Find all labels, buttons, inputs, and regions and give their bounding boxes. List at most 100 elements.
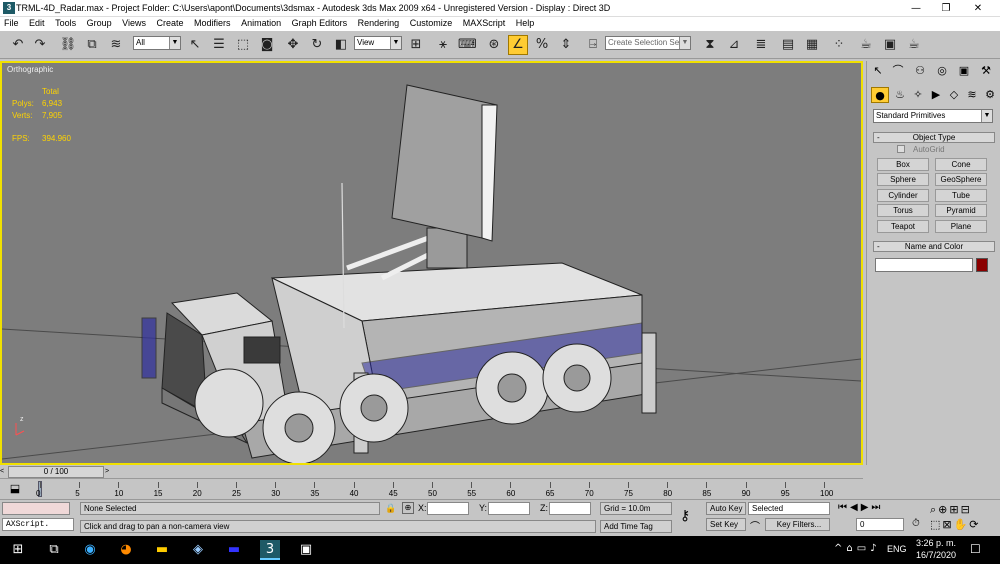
bind-space-warp-icon[interactable]: ≋	[106, 35, 126, 55]
cone-button[interactable]: Cone	[935, 158, 987, 171]
utilities-tab-icon[interactable]: ⚒	[977, 63, 995, 79]
menu-views[interactable]: Views	[118, 17, 150, 28]
unlink-icon[interactable]: ⧉	[82, 35, 102, 55]
time-slider[interactable]: < 0 / 100 >	[0, 465, 863, 479]
media-app-icon[interactable]: ▬	[224, 540, 244, 560]
category-dropdown[interactable]: Standard Primitives ▼	[873, 109, 993, 123]
add-time-tag-button[interactable]: Add Time Tag	[600, 520, 672, 533]
select-and-rotate-icon[interactable]: ↻	[307, 35, 327, 55]
helpers-icon[interactable]: ◇	[945, 87, 963, 103]
current-frame-input[interactable]: 0	[856, 518, 904, 531]
pivot-center-icon[interactable]: ⊞	[406, 35, 426, 55]
key-mode-dropdown[interactable]: Selected	[748, 502, 830, 515]
reference-coord-dropdown[interactable]: View ▼	[354, 36, 402, 50]
key-filters-button[interactable]: Key Filters...	[765, 518, 830, 531]
systems-icon[interactable]: ⚙	[981, 87, 999, 103]
firefox-icon[interactable]: ◕	[116, 540, 136, 560]
prev-frame-icon[interactable]: <	[0, 465, 7, 478]
shapes-icon[interactable]: ♨	[891, 87, 909, 103]
menu-group[interactable]: Group	[83, 17, 116, 28]
select-and-scale-icon[interactable]: ◧	[331, 35, 351, 55]
torus-button[interactable]: Torus	[877, 204, 929, 217]
lock-icon[interactable]: 🔒	[385, 503, 396, 514]
material-editor-icon[interactable]: ⁘	[829, 35, 849, 55]
maximize-button[interactable]: ❐	[932, 1, 960, 16]
rendered-frame-icon[interactable]: ▣	[880, 35, 900, 55]
motion-tab-icon[interactable]: ◎	[933, 63, 951, 79]
menu-customize[interactable]: Customize	[406, 17, 457, 28]
maxscript-listener-top[interactable]	[2, 502, 70, 515]
file-explorer-icon[interactable]: ▬	[152, 540, 172, 560]
named-selection-input[interactable]: Create Selection Set ▼	[605, 36, 691, 50]
keyboard-shortcut-icon[interactable]: ⌨	[457, 35, 477, 55]
pyramid-button[interactable]: Pyramid	[935, 204, 987, 217]
percent-snap-icon[interactable]: %	[532, 35, 552, 55]
sphere-button[interactable]: Sphere	[877, 173, 929, 186]
mirror-icon[interactable]: ⧗	[700, 35, 720, 55]
select-by-name-icon[interactable]: ☰	[209, 35, 229, 55]
menu-maxscript[interactable]: MAXScript	[459, 17, 510, 28]
task-view-icon[interactable]: ⧉	[44, 540, 64, 560]
selection-filter-dropdown[interactable]: All ▼	[133, 36, 181, 50]
space-warps-icon[interactable]: ≋	[963, 87, 981, 103]
app-icon[interactable]: 3	[3, 2, 15, 14]
object-type-rollout[interactable]: - Object Type	[873, 132, 995, 143]
geosphere-button[interactable]: GeoSphere	[935, 173, 987, 186]
menu-graph-editors[interactable]: Graph Editors	[288, 17, 352, 28]
menu-create[interactable]: Create	[153, 17, 188, 28]
menu-help[interactable]: Help	[512, 17, 539, 28]
notification-icon[interactable]: ☐	[970, 542, 981, 556]
key-icon[interactable]: ⚷	[680, 508, 690, 524]
maxscript-mini-listener[interactable]: AXScript.	[2, 518, 74, 531]
window-crossing-icon[interactable]: ◙	[257, 35, 277, 55]
viewport-navigation-controls[interactable]: ⌕⊕⊞⊟ ⬚⊠✋⟳	[930, 502, 998, 534]
undo-icon[interactable]: ↶	[8, 35, 28, 55]
set-key-button[interactable]: Set Key	[706, 518, 746, 531]
menu-edit[interactable]: Edit	[25, 17, 49, 28]
x-coordinate-input[interactable]	[427, 502, 469, 515]
mini-curve-editor-icon[interactable]: ⬓	[6, 482, 24, 496]
select-object-icon[interactable]: ↖	[185, 35, 205, 55]
menu-tools[interactable]: Tools	[51, 17, 80, 28]
layer-manager-icon[interactable]: ≣	[751, 35, 771, 55]
spinner-snap-icon[interactable]: ⇕	[556, 35, 576, 55]
tray-icons[interactable]: ^⌂▭♪	[834, 543, 881, 554]
playback-controls[interactable]: ⏮◀▶⏭	[838, 502, 914, 516]
close-button[interactable]: ✕	[964, 1, 992, 16]
render-setup-icon[interactable]: ☕	[856, 35, 876, 55]
next-frame-icon[interactable]: >	[105, 465, 112, 478]
menu-modifiers[interactable]: Modifiers	[190, 17, 235, 28]
angle-snap-icon[interactable]: ∠	[508, 35, 528, 55]
minimize-button[interactable]: —	[902, 1, 930, 16]
snaps-toggle-icon[interactable]: ⊛	[484, 35, 504, 55]
select-link-icon[interactable]: ⛓	[58, 35, 78, 55]
object-color-swatch[interactable]	[976, 258, 988, 272]
menu-rendering[interactable]: Rendering	[354, 17, 404, 28]
monitor-app-icon[interactable]: ▣	[296, 540, 316, 560]
menu-animation[interactable]: Animation	[237, 17, 285, 28]
redo-icon[interactable]: ↷	[30, 35, 50, 55]
time-slider-thumb[interactable]: 0 / 100	[8, 466, 104, 478]
plane-button[interactable]: Plane	[935, 220, 987, 233]
network-app-icon[interactable]: ◈	[188, 540, 208, 560]
time-config-icon[interactable]: ⏱	[912, 518, 924, 532]
clock-date[interactable]: 16/7/2020	[914, 550, 958, 560]
tube-button[interactable]: Tube	[935, 189, 987, 202]
quick-render-icon[interactable]: ☕	[904, 35, 924, 55]
box-button[interactable]: Box	[877, 158, 929, 171]
autogrid-checkbox[interactable]	[897, 145, 905, 153]
create-tab-icon[interactable]: ↖	[869, 63, 887, 79]
display-tab-icon[interactable]: ▣	[955, 63, 973, 79]
3dsmax-taskbar-icon[interactable]: 3	[260, 540, 280, 560]
menu-file[interactable]: File	[0, 17, 23, 28]
align-icon[interactable]: ⊿	[724, 35, 744, 55]
schematic-view-icon[interactable]: ▦	[802, 35, 822, 55]
windows-start-icon[interactable]: ⊞	[8, 540, 28, 560]
absolute-mode-icon[interactable]: ⊕	[402, 502, 414, 514]
track-bar[interactable]: ⬓ 0 5 10 15 20 25 30 35 40 45 50 55 60 65 70 75 80 85 90 95…	[0, 479, 863, 499]
geometry-icon[interactable]: ●	[871, 87, 889, 103]
name-and-color-rollout[interactable]: - Name and Color	[873, 241, 995, 252]
viewport-orthographic[interactable]: Orthographic Total Polys: 6,943 Verts: 7…	[0, 61, 863, 465]
edge-icon[interactable]: ◉	[80, 540, 100, 560]
edit-named-selection-icon[interactable]: ⍈	[583, 35, 603, 55]
